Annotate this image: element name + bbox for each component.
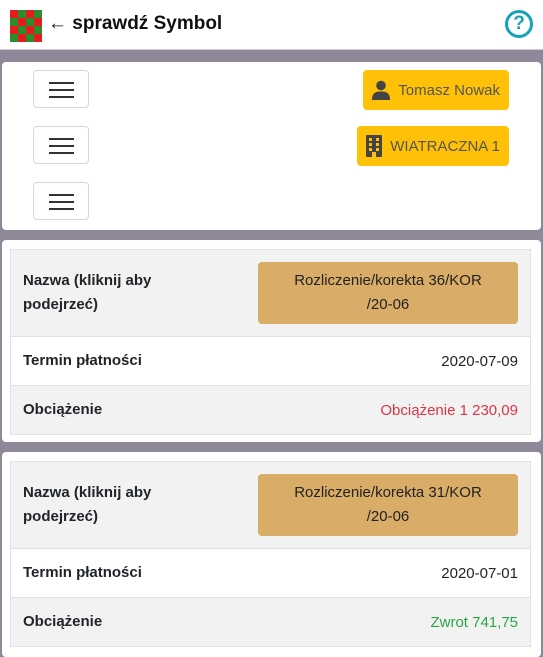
hamburger-line <box>49 208 74 210</box>
building-icon <box>366 135 383 157</box>
hamburger-line <box>49 96 74 98</box>
hamburger-line <box>49 145 74 147</box>
hamburger-line <box>49 89 74 91</box>
table-row: Termin płatności 2020-07-09 <box>11 336 530 385</box>
charge-label: Obciążenie <box>23 401 103 418</box>
record-table: Nazwa (kliknij aby podejrzeć) Rozliczeni… <box>10 461 531 647</box>
due-date-value: 2020-07-09 <box>441 352 518 370</box>
hamburger-line <box>49 138 74 140</box>
document-button[interactable]: Rozliczenie/korekta 36/KOR /20-06 <box>258 262 518 324</box>
due-date-label: Termin płatności <box>23 564 142 581</box>
record-card: Nazwa (kliknij aby podejrzeć) Rozliczeni… <box>2 240 541 442</box>
table-row: Obciążenie Zwrot 741,75 <box>11 597 530 646</box>
page-title[interactable]: ← sprawdź Symbol <box>48 13 222 35</box>
hamburger-line <box>49 152 74 154</box>
hamburger-line <box>49 201 74 203</box>
menu-toggle-button-1[interactable] <box>33 70 89 108</box>
nav-panel: Tomasz Nowak WIATRACZNA 1 <box>2 62 541 230</box>
table-row: Nazwa (kliknij aby podejrzeć) Rozliczeni… <box>11 250 530 336</box>
charge-label: Obciążenie <box>23 613 103 630</box>
charge-value: Zwrot 741,75 <box>430 613 518 631</box>
user-name: Tomasz Nowak <box>398 81 500 99</box>
table-row: Termin płatności 2020-07-01 <box>11 548 530 597</box>
hamburger-line <box>49 82 74 84</box>
due-date-value: 2020-07-01 <box>441 564 518 582</box>
record-table: Nazwa (kliknij aby podejrzeć) Rozliczeni… <box>10 249 531 435</box>
app-logo-icon <box>10 10 42 42</box>
location-name: WIATRACZNA 1 <box>390 137 500 155</box>
menu-toggle-button-3[interactable] <box>33 182 89 220</box>
user-button[interactable]: Tomasz Nowak <box>363 70 509 110</box>
app-header: ← sprawdź Symbol ? <box>0 0 543 50</box>
document-button[interactable]: Rozliczenie/korekta 31/KOR /20-06 <box>258 474 518 536</box>
table-row: Obciążenie Obciążenie 1 230,09 <box>11 385 530 434</box>
record-card: Nazwa (kliknij aby podejrzeć) Rozliczeni… <box>2 452 541 657</box>
help-button[interactable]: ? <box>505 10 533 38</box>
table-row: Nazwa (kliknij aby podejrzeć) Rozliczeni… <box>11 462 530 548</box>
name-label: Nazwa (kliknij aby podejrzeć) <box>23 272 152 313</box>
due-date-label: Termin płatności <box>23 352 142 369</box>
user-icon <box>372 80 391 100</box>
location-button[interactable]: WIATRACZNA 1 <box>357 126 509 166</box>
charge-value: Obciążenie 1 230,09 <box>380 401 518 419</box>
name-label: Nazwa (kliknij aby podejrzeć) <box>23 484 152 525</box>
menu-toggle-button-2[interactable] <box>33 126 89 164</box>
hamburger-line <box>49 194 74 196</box>
